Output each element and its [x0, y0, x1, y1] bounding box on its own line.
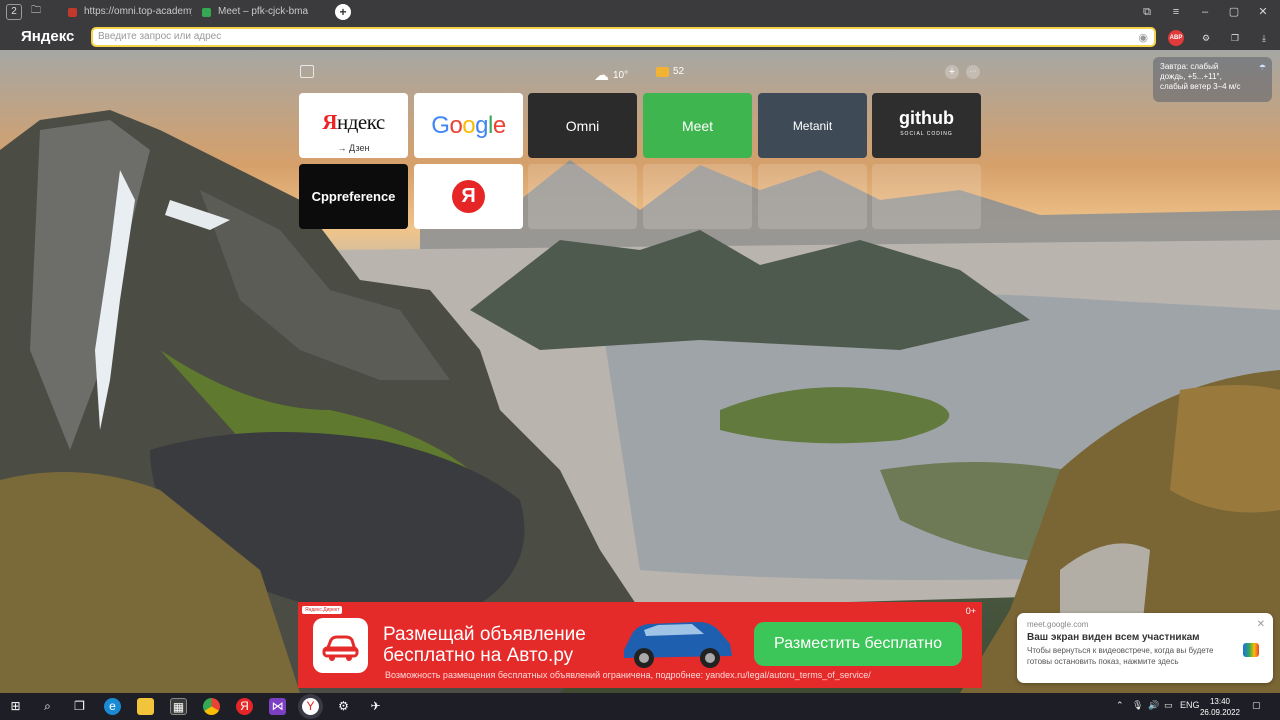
mail-icon — [656, 66, 669, 77]
search-input[interactable]: Введите запрос или адрес ◉ — [91, 27, 1156, 47]
edge-icon[interactable]: e — [104, 698, 121, 715]
mail-widget[interactable]: 52 — [656, 66, 684, 77]
forecast-line: слабый ветер 3–4 м/с — [1160, 82, 1241, 91]
clock-time: 13:40 — [1209, 697, 1230, 706]
forecast-line: Завтра: слабый — [1160, 62, 1219, 71]
windows-start-icon[interactable]: ⊞ — [7, 698, 24, 715]
taskbar: ⊞ ⌕ ❐ e ▦ Я ⋈ Y ⚙ ✈ ⌃ 🎙 🔊 ▭ ENG 13:40 26… — [0, 693, 1280, 720]
adblock-icon[interactable]: ABP — [1168, 30, 1184, 46]
ad-tag: Яндекс.Директ — [302, 606, 343, 614]
tile-google[interactable]: Google — [414, 93, 523, 158]
tile-empty[interactable] — [528, 164, 637, 229]
age-rating: 0+ — [965, 606, 976, 616]
network-icon[interactable]: ▭ — [1164, 700, 1173, 711]
tab-omni[interactable]: https://omni.top-academy — [64, 0, 192, 24]
collections-icon[interactable]: ❐ — [1227, 30, 1243, 46]
folder-icon[interactable]: 🗀 — [28, 4, 44, 20]
more-button[interactable]: ··· — [966, 65, 980, 79]
tile-yandex-app[interactable]: Я — [414, 164, 523, 229]
meet-icon — [1243, 643, 1259, 657]
notification-source: meet.google.com — [1027, 620, 1089, 629]
screen-share-notification[interactable]: meet.google.com Ваш экран виден всем уча… — [1017, 613, 1273, 683]
tile-label: Meet — [681, 117, 714, 134]
tile-label: github SOCIAL CODING — [899, 109, 954, 142]
camera-icon[interactable]: ◉ — [1138, 30, 1148, 46]
yandex-icon: Я — [452, 180, 485, 213]
tab-meet[interactable]: Meet – pfk-cjck-bma — [198, 0, 328, 24]
tab-title: https://omni.top-academy — [84, 6, 192, 17]
car-logo-icon — [313, 618, 368, 673]
download-icon[interactable]: ⤓ — [1256, 30, 1272, 46]
tile-label: Omni — [565, 117, 600, 134]
weather-temp: 10° — [613, 69, 629, 81]
task-view-icon[interactable]: ❐ — [71, 698, 88, 715]
microphone-icon[interactable]: 🎙 — [1132, 700, 1143, 711]
ad-cta-button[interactable]: Разместить бесплатно — [754, 622, 962, 666]
chrome-icon[interactable] — [203, 698, 220, 715]
meet-favicon — [202, 8, 211, 17]
tab-counter[interactable]: 2 — [6, 4, 22, 20]
omnibox-placeholder: Введите запрос или адрес — [98, 31, 222, 42]
notifications-icon[interactable]: ▢ — [1252, 700, 1261, 711]
tile-label: Metanit — [792, 118, 833, 133]
tile-sub: SOCIAL CODING — [900, 130, 953, 137]
browser-brand[interactable]: Яндекс — [21, 28, 74, 45]
yandex-active-icon[interactable]: Y — [302, 698, 319, 715]
notification-body: Чтобы вернуться к видеовстрече, когда вы… — [1027, 646, 1214, 666]
tab-strip: 2 🗀 https://omni.top-academy Meet – pfk-… — [0, 0, 1280, 24]
search-icon[interactable]: ⌕ — [39, 698, 56, 715]
tile-meet[interactable]: Meet — [643, 93, 752, 158]
tile-empty[interactable] — [758, 164, 867, 229]
yandex-browser-icon[interactable]: Я — [236, 698, 253, 715]
car-image-icon — [624, 622, 732, 668]
system-clock[interactable]: 13:40 26.09.2022 — [1200, 696, 1240, 718]
address-bar-row: Яндекс Введите запрос или адрес ◉ ABP ⚙ … — [0, 24, 1280, 50]
wallpaper — [0, 50, 1280, 693]
ad-banner[interactable]: Яндекс.Директ Размещай объявление беспла… — [298, 602, 982, 688]
app-icon[interactable]: ✈ — [367, 698, 384, 715]
chevron-up-icon[interactable]: ⌃ — [1116, 700, 1124, 711]
tile-label: Google — [431, 111, 506, 139]
close-icon[interactable]: ✕ — [1257, 619, 1265, 630]
tab-title: Meet – pfk-cjck-bma — [218, 6, 309, 17]
extension-icon[interactable]: ⚙ — [1198, 30, 1214, 46]
clock-date: 26.09.2022 — [1199, 708, 1240, 717]
file-explorer-icon[interactable] — [137, 698, 154, 715]
mail-count: 52 — [673, 66, 685, 77]
bookmarks-icon[interactable]: ⧉ — [1137, 4, 1157, 20]
tile-empty[interactable] — [643, 164, 752, 229]
tile-label: Cppreference — [311, 189, 396, 204]
minimize-button[interactable]: – — [1195, 4, 1215, 20]
gallery-icon[interactable] — [300, 65, 314, 78]
tile-sub[interactable]: → Дзен — [299, 143, 408, 153]
forecast-line: дождь, +5...+11°, — [1160, 72, 1222, 81]
store-icon[interactable]: ▦ — [170, 698, 187, 715]
close-button[interactable]: ✕ — [1253, 4, 1273, 20]
visual-studio-icon[interactable]: ⋈ — [269, 698, 286, 715]
unity-icon[interactable]: ⚙ — [335, 698, 352, 715]
weather-widget[interactable]: ☁ 10° — [594, 66, 628, 84]
rain-icon: ☂ — [1258, 63, 1266, 72]
notification-title: Ваш экран виден всем участникам — [1027, 632, 1200, 643]
cloud-icon: ☁ — [594, 67, 609, 84]
add-tile-button[interactable]: + — [945, 65, 959, 79]
volume-icon[interactable]: 🔊 — [1148, 700, 1159, 711]
tab-favicon — [68, 8, 77, 17]
new-tab-button[interactable]: + — [335, 4, 351, 20]
tile-label: Яндекс — [322, 110, 385, 134]
tile-empty[interactable] — [872, 164, 981, 229]
language-indicator[interactable]: ENG — [1180, 700, 1200, 710]
menu-icon[interactable]: ≡ — [1166, 4, 1186, 20]
tile-omni[interactable]: Omni — [528, 93, 637, 158]
tile-cppreference[interactable]: Cppreference — [299, 164, 408, 229]
tile-github[interactable]: github SOCIAL CODING — [872, 93, 981, 158]
ad-fine-print[interactable]: Возможность размещения бесплатных объявл… — [385, 670, 871, 680]
tile-metanit[interactable]: Metanit — [758, 93, 867, 158]
tile-yandex[interactable]: Яндекс → Дзен — [299, 93, 408, 158]
weather-forecast-card[interactable]: Завтра: слабый дождь, +5...+11°, слабый … — [1153, 57, 1272, 102]
ad-headline: Размещай объявление бесплатно на Авто.ру — [383, 624, 586, 666]
maximize-button[interactable]: ▢ — [1224, 4, 1244, 20]
